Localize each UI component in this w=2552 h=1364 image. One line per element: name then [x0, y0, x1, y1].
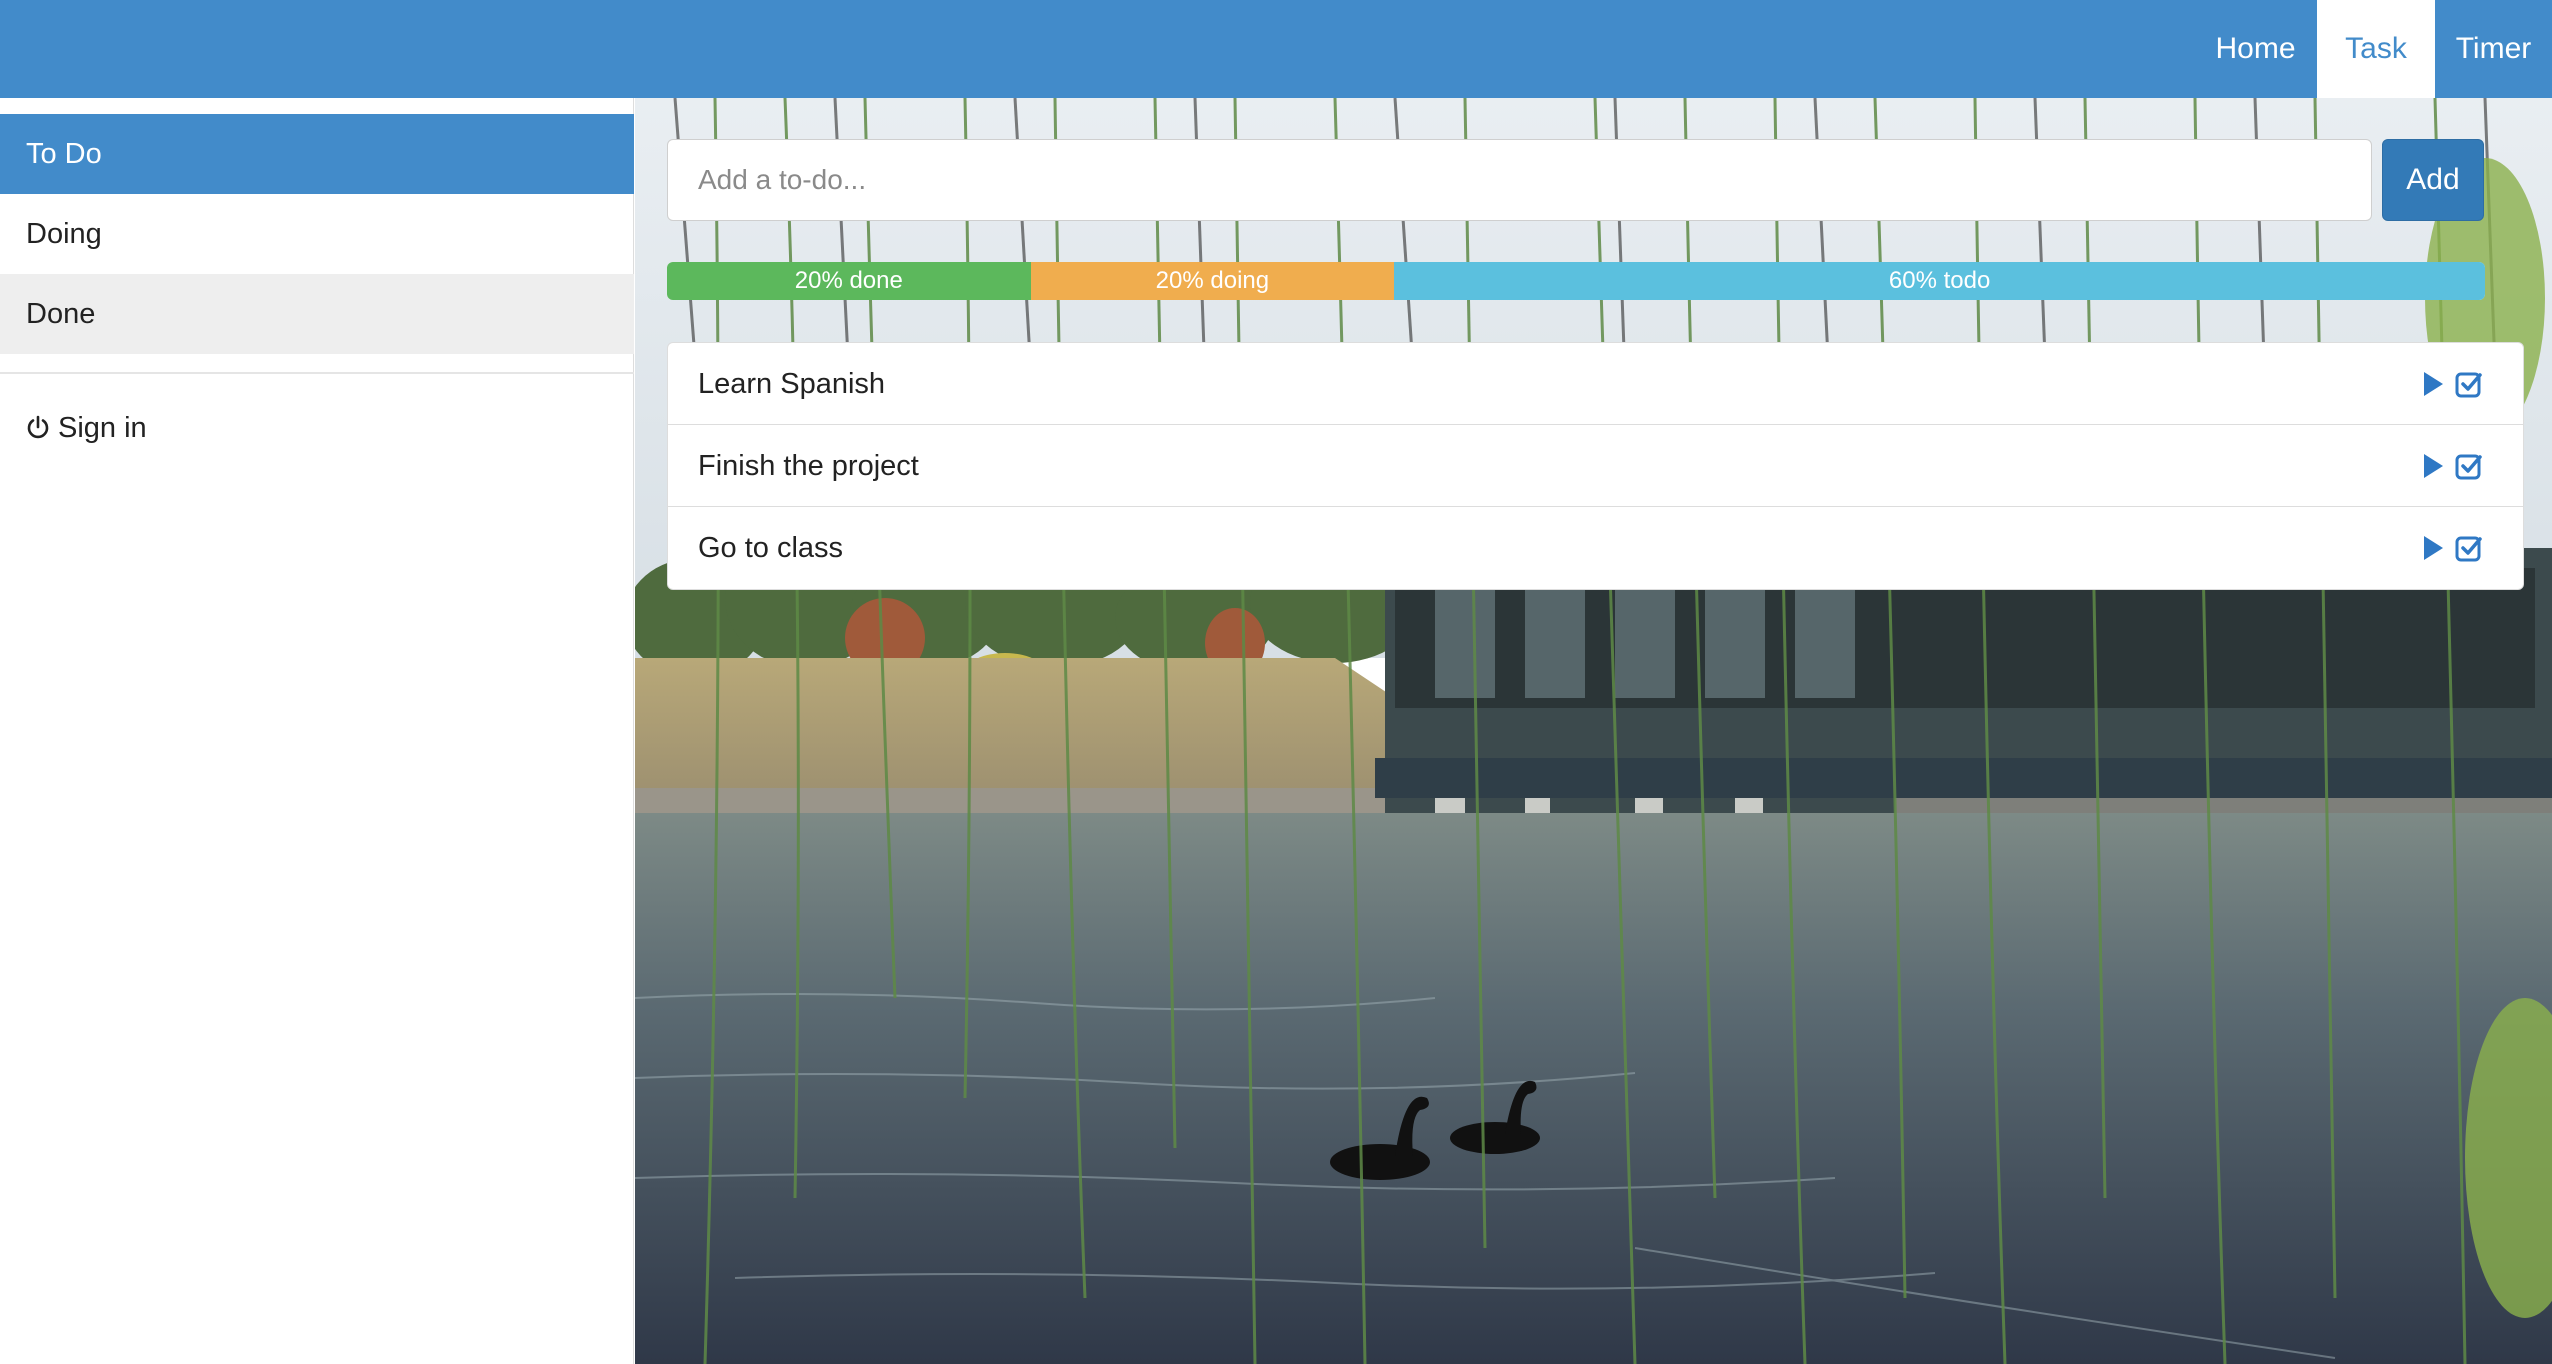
sidebar-item-todo[interactable]: To Do: [0, 114, 634, 194]
nav-links: Home Task Timer: [2194, 0, 2552, 98]
sidebar: To Do Doing Done Sign in: [0, 98, 634, 1364]
nav-task-link[interactable]: Task: [2317, 0, 2435, 98]
task-actions: [2421, 507, 2483, 589]
add-todo-input[interactable]: [667, 139, 2372, 221]
sidebar-divider: [0, 372, 634, 374]
task-actions: [2421, 425, 2483, 507]
check-square-icon[interactable]: [2455, 370, 2483, 398]
check-square-icon[interactable]: [2455, 534, 2483, 562]
check-square-icon[interactable]: [2455, 452, 2483, 480]
sidebar-item-doing[interactable]: Doing: [0, 194, 634, 274]
progress-doing: 20% doing: [1030, 262, 1395, 300]
progress-todo: 60% todo: [1394, 262, 2485, 300]
signin-label: Sign in: [58, 411, 147, 444]
play-icon[interactable]: [2421, 370, 2445, 398]
task-title: Learn Spanish: [698, 368, 886, 400]
task-row: Finish the project: [668, 425, 2523, 507]
play-icon[interactable]: [2421, 534, 2445, 562]
task-row: Learn Spanish: [668, 343, 2523, 425]
sidebar-list: To Do Doing Done: [0, 114, 634, 354]
add-button[interactable]: Add: [2382, 139, 2484, 221]
progress-done: 20% done: [667, 262, 1031, 300]
play-icon[interactable]: [2421, 452, 2445, 480]
task-list: Learn Spanish Finish the project Go to c…: [667, 342, 2524, 590]
top-navbar: Home Task Timer: [0, 0, 2552, 98]
task-row: Go to class: [668, 507, 2523, 589]
sidebar-item-done[interactable]: Done: [0, 274, 634, 354]
task-title: Go to class: [698, 532, 844, 564]
power-icon: [27, 415, 49, 439]
progress-bar: 20% done 20% doing 60% todo: [667, 262, 2485, 300]
task-title: Finish the project: [698, 450, 919, 482]
signin-link[interactable]: Sign in: [26, 408, 147, 448]
nav-home-link[interactable]: Home: [2194, 0, 2317, 98]
nav-timer-link[interactable]: Timer: [2435, 0, 2552, 98]
task-actions: [2421, 343, 2483, 425]
